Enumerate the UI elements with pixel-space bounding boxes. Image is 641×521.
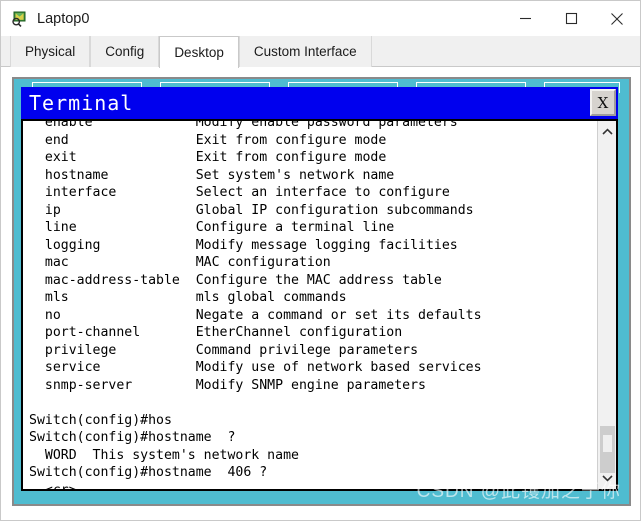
window-titlebar: Laptop0 (1, 1, 640, 36)
tabstrip: Physical Config Desktop Custom Interface (1, 36, 640, 68)
tab-physical[interactable]: Physical (10, 36, 91, 67)
terminal-titlebar: Terminal X (21, 87, 618, 119)
terminal-line: enable Modify enable password parameters (29, 121, 458, 130)
tab-config[interactable]: Config (90, 36, 160, 67)
terminal-line: line Configure a terminal line (29, 220, 395, 235)
chevron-up-icon[interactable] (598, 123, 616, 141)
terminal-title: Terminal (29, 91, 134, 115)
minimize-icon[interactable] (502, 1, 548, 36)
terminal-scrollbar[interactable] (597, 121, 616, 489)
terminal-line: mac-address-table Configure the MAC addr… (29, 272, 442, 288)
terminal-line: WORD This system's network name (29, 447, 299, 463)
chevron-down-icon[interactable] (598, 469, 616, 487)
packet-tracer-laptop-icon (11, 10, 29, 28)
terminal-line: Switch(config)#hostname ? (29, 430, 236, 445)
terminal-output[interactable]: do To run exec commands in config mode e… (23, 121, 597, 489)
tab-custom-interface[interactable]: Custom Interface (238, 36, 372, 67)
window-controls (502, 1, 640, 36)
terminal-body: do To run exec commands in config mode e… (21, 119, 618, 491)
terminal-line: mls mls global commands (29, 290, 347, 305)
terminal-line: interface Select an interface to configu… (29, 185, 450, 200)
terminal-line: service Modify use of network based serv… (29, 360, 482, 375)
terminal-window: Terminal X do To run exec commands in co… (21, 87, 618, 491)
terminal-line: snmp-server Modify SNMP engine parameter… (29, 377, 426, 393)
terminal-line: hostname Set system's network name (29, 167, 395, 183)
terminal-line: end Exit from configure mode (29, 132, 387, 148)
terminal-line: exit Exit from configure mode (29, 150, 387, 165)
terminal-line: ip Global IP configuration subcommands (29, 202, 474, 218)
window-title: Laptop0 (37, 10, 90, 27)
terminal-line: mac MAC configuration (29, 255, 331, 270)
tab-desktop[interactable]: Desktop (159, 36, 239, 68)
laptop0-window: Laptop0 Physical Config Desktop Custom I… (0, 0, 641, 521)
maximize-icon[interactable] (548, 1, 594, 36)
terminal-line: no Negate a command or set its defaults (29, 307, 482, 323)
desktop-panel: Terminal X do To run exec commands in co… (12, 77, 631, 506)
terminal-close-button[interactable]: X (590, 89, 616, 116)
terminal-line: privilege Command privilege parameters (29, 342, 419, 358)
close-icon[interactable] (594, 1, 640, 36)
terminal-line: Switch(config)#hos (29, 412, 172, 428)
terminal-line: Switch(config)#hostname 406 ? (29, 465, 268, 480)
terminal-line: <cr> (29, 482, 597, 490)
scrollbar-thumb-highlight (603, 435, 612, 452)
tab-list: Physical Config Desktop Custom Interface (10, 36, 372, 68)
titlebar-left-group: Laptop0 (11, 1, 89, 36)
scrollbar-thumb[interactable] (600, 426, 615, 473)
terminal-line: logging Modify message logging facilitie… (29, 237, 458, 253)
terminal-line: port-channel EtherChannel configuration (29, 325, 403, 340)
